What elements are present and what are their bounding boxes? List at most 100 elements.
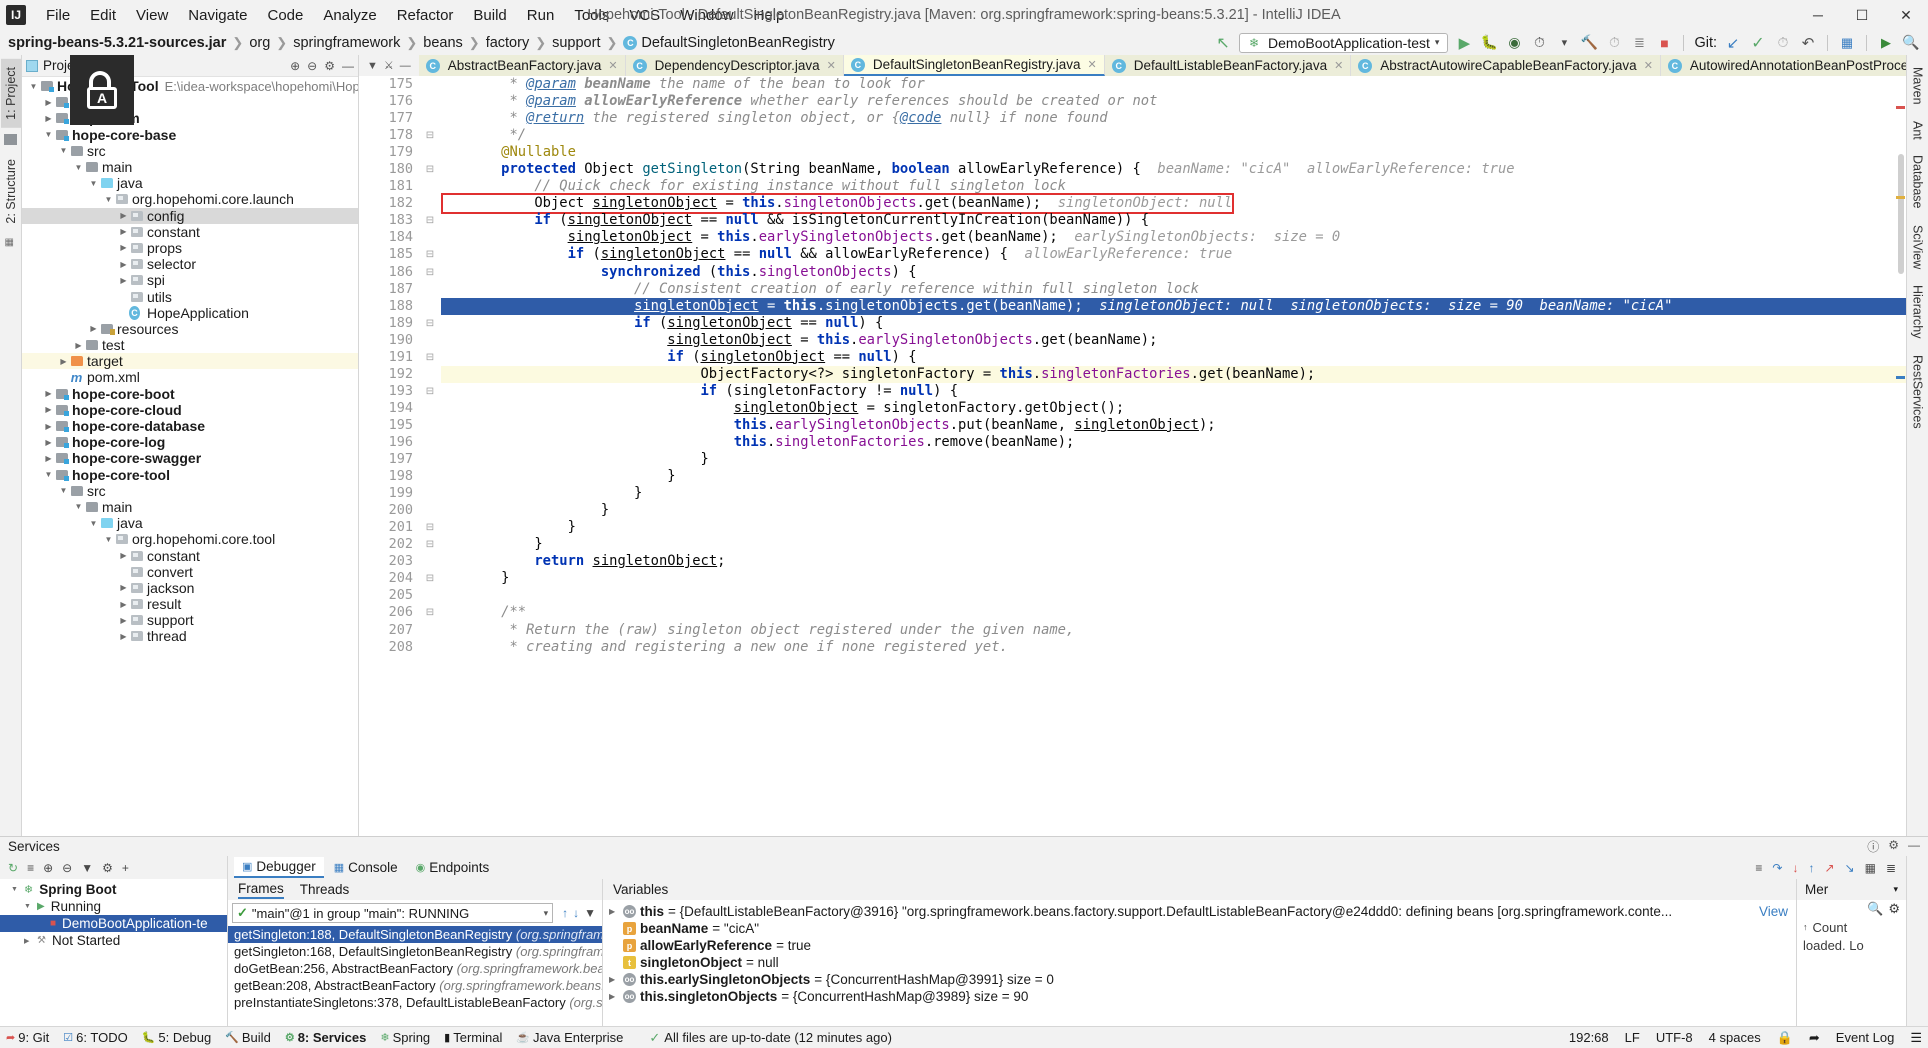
minimize-button[interactable]: ─ [1796, 1, 1840, 29]
line-number[interactable]: 184 [359, 229, 413, 246]
disclosure-icon[interactable]: ▶ [609, 975, 619, 984]
service-node-spring-boot[interactable]: ▼ ❄ Spring Boot [0, 881, 227, 898]
status-tab-build[interactable]: 🔨 Build [225, 1030, 271, 1045]
menu-item-run[interactable]: Run [517, 5, 565, 26]
disclosure-icon[interactable]: ▶ [609, 992, 619, 1001]
tree-node-hope-core-base[interactable]: hope-core-base [22, 127, 358, 143]
menu-item-view[interactable]: View [126, 5, 178, 26]
debug-icon[interactable]: 🐛 [1480, 34, 1498, 52]
tree-node-hope-core-cloud[interactable]: hope-core-cloud [22, 402, 358, 418]
line-separator[interactable]: LF [1625, 1030, 1640, 1045]
warning-marker[interactable] [1896, 196, 1905, 199]
code-line-178[interactable]: */ [441, 127, 1906, 144]
tree-node-pom-xml[interactable]: m pom.xml [22, 369, 358, 385]
close-icon[interactable]: ✕ [827, 59, 836, 72]
services-tree[interactable]: ▼ ❄ Spring Boot ▼ ▶ Running ■ DemoBootApplicati… [0, 879, 227, 1026]
run-tests-icon[interactable]: ≣ [1630, 34, 1648, 52]
chevron-down-icon[interactable] [58, 146, 69, 155]
sidebar-item-ant[interactable]: Ant [1908, 113, 1928, 148]
menu-item-file[interactable]: File [36, 5, 80, 26]
chevron-right-icon[interactable] [43, 422, 54, 431]
breadcrumb-item-org[interactable]: org [249, 35, 270, 51]
status-tab-terminal[interactable]: ▮ Terminal [444, 1030, 502, 1045]
fold-marker[interactable]: ⊟ [419, 264, 441, 281]
sidebar-item-project[interactable]: 1: Project [0, 59, 21, 128]
code-line-202[interactable]: } [441, 536, 1906, 553]
code-line-183[interactable]: if (singletonObject == null && isSinglet… [441, 212, 1906, 229]
code-line-198[interactable]: } [441, 468, 1906, 485]
editor-tab-defaultsingletonbeanregistry-java[interactable]: C DefaultSingletonBeanRegistry.java ✕ [843, 55, 1105, 76]
editor-tab-defaultlistablebeanfactory-java[interactable]: C DefaultListableBeanFactory.java ✕ [1104, 55, 1352, 76]
view-link[interactable]: View [1759, 904, 1796, 919]
line-number[interactable]: 179 [359, 144, 413, 161]
menu-item-analyze[interactable]: Analyze [313, 5, 386, 26]
breadcrumb-item-jar[interactable]: spring-beans-5.3.21-sources.jar [8, 35, 226, 51]
run-icon[interactable]: ▶ [1455, 34, 1473, 52]
info-marker[interactable] [1896, 376, 1905, 379]
code-line-203[interactable]: return singletonObject; [441, 553, 1906, 570]
editor-gutter-line-numbers[interactable]: 175 176 177 178 179 180 181 182 183 184 185 186 187 1… [359, 76, 419, 836]
line-number[interactable]: 199 [359, 485, 413, 502]
fold-marker[interactable]: ⊟ [419, 536, 441, 553]
tab-frames[interactable]: Frames [238, 881, 284, 899]
commit-icon[interactable]: ✓ [1749, 34, 1767, 52]
code-line-182[interactable]: Object singletonObject = this.singletonO… [441, 193, 1906, 215]
code-line-206[interactable]: /** [441, 604, 1906, 621]
mute-breakpoints-icon[interactable]: ≣ [1886, 861, 1896, 875]
line-number[interactable]: 176 [359, 93, 413, 110]
frames-down-icon[interactable]: ↓ [573, 906, 579, 920]
frame-item[interactable]: doGetBean:256, AbstractBeanFactory (org.… [228, 960, 602, 977]
close-button[interactable]: ✕ [1884, 1, 1928, 29]
menu-item-help[interactable]: Help [744, 5, 795, 26]
rollback-icon[interactable]: ↶ [1799, 34, 1817, 52]
disclosure-icon[interactable]: ▼ [11, 886, 21, 893]
code-line-189[interactable]: if (singletonObject == null) { [441, 315, 1906, 332]
chevron-down-icon[interactable] [58, 486, 69, 495]
chevron-right-icon[interactable] [43, 438, 54, 447]
code-line-192[interactable]: ObjectFactory<?> singletonFactory = this… [441, 365, 1906, 383]
run-configuration-selector[interactable]: ❄ DemoBootApplication-test ▾ [1239, 32, 1449, 53]
line-number[interactable]: 195 [359, 417, 413, 434]
indent-setting[interactable]: 4 spaces [1709, 1030, 1761, 1045]
code-line-191[interactable]: if (singletonObject == null) { [441, 349, 1906, 366]
code-line-199[interactable]: } [441, 485, 1906, 502]
fold-marker[interactable]: ⊟ [419, 315, 441, 332]
file-encoding[interactable]: UTF-8 [1656, 1030, 1693, 1045]
fold-marker[interactable]: ⊟ [419, 383, 441, 400]
fold-marker[interactable]: ⊟ [419, 604, 441, 621]
tree-node-hope-core-database[interactable]: hope-core-database [22, 418, 358, 434]
code-line-185[interactable]: if (singletonObject == null && allowEarl… [441, 246, 1906, 263]
code-line-177[interactable]: * @return the registered singleton objec… [441, 110, 1906, 127]
code-line-188[interactable]: singletonObject = this.singletonObjects.… [441, 297, 1906, 315]
service-node-demobootapplication-te[interactable]: ■ DemoBootApplication-te [0, 915, 227, 932]
history-icon[interactable]: ⏱ [1774, 34, 1792, 52]
pin-icon[interactable]: ⚔ [384, 59, 394, 72]
status-tab-java-enterprise[interactable]: ☕ Java Enterprise [516, 1030, 623, 1045]
chevron-right-icon[interactable] [118, 600, 129, 609]
maximize-button[interactable]: ☐ [1840, 1, 1884, 29]
line-number[interactable]: 192 [359, 366, 413, 383]
settings-gear-icon[interactable]: ⚙ [102, 861, 113, 875]
close-icon[interactable]: ✕ [608, 59, 617, 72]
breadcrumb-item-springframework[interactable]: springframework [293, 35, 400, 51]
tree-node-hope-core-tool[interactable]: hope-core-tool [22, 467, 358, 483]
drop-frame-icon[interactable]: ↘ [1845, 861, 1855, 875]
tree-node-java[interactable]: java [22, 515, 358, 531]
search-everywhere-icon[interactable]: 🔍 [1902, 34, 1920, 52]
code-line-190[interactable]: singletonObject = this.earlySingletonObj… [441, 332, 1906, 349]
fold-marker[interactable]: ⊟ [419, 519, 441, 536]
chevron-right-icon[interactable] [118, 551, 129, 560]
lock-icon[interactable]: 🔒 [1777, 1030, 1793, 1046]
tree-node-src[interactable]: src [22, 483, 358, 499]
layout-settings-icon[interactable]: ≡ [1755, 861, 1762, 875]
chevron-down-icon[interactable] [103, 535, 114, 544]
settings-gear-icon[interactable]: ⚙ [1888, 838, 1899, 855]
step-out-icon[interactable]: ↗ [1824, 861, 1834, 875]
breadcrumb-item-beans[interactable]: beans [423, 35, 463, 51]
editor-tab-abstractautowirecapablebeanfactory-java[interactable]: C AbstractAutowireCapableBeanFactory.java… [1351, 55, 1661, 76]
step-into-icon[interactable]: ↓ [1792, 861, 1798, 875]
chevron-down-icon[interactable] [28, 82, 39, 91]
tree-node-hope-core-boot[interactable]: hope-core-boot [22, 386, 358, 402]
filter-list-icon[interactable]: ≡ [27, 861, 34, 875]
tree-node-constant[interactable]: constant [22, 224, 358, 240]
